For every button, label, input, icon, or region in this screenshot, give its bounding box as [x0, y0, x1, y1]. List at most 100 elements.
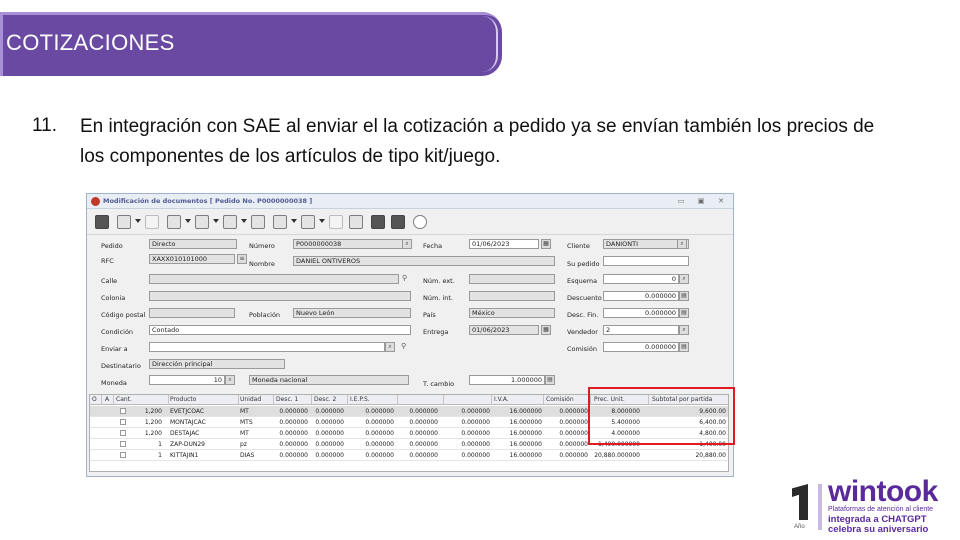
preview-icon[interactable]: [117, 215, 131, 229]
esquema-field[interactable]: 0: [603, 274, 679, 284]
table-row[interactable]: 1 KITTAJIN1 DIAS 0.000000 0.000000 0.000000 0.…: [90, 450, 728, 461]
cell-comision[interactable]: 0.000000: [546, 419, 588, 426]
cell-desc1[interactable]: 0.000000: [272, 408, 308, 415]
cell-blank2[interactable]: 0.000000: [450, 441, 490, 448]
cell-iva[interactable]: 16.000000: [502, 452, 542, 459]
help-icon[interactable]: [413, 215, 427, 229]
search-icon[interactable]: ⌕: [402, 239, 412, 249]
cell-desc1[interactable]: 0.000000: [272, 430, 308, 437]
cell-blank2[interactable]: 0.000000: [450, 452, 490, 459]
cell-desc1[interactable]: 0.000000: [272, 441, 308, 448]
cell-producto[interactable]: ZAP-DUN29: [170, 441, 205, 448]
cell-unidad[interactable]: MTS: [240, 419, 253, 426]
cell-blank2[interactable]: 0.000000: [450, 419, 490, 426]
cell-blank1[interactable]: 0.000000: [402, 419, 438, 426]
cell-producto[interactable]: KITTAJIN1: [170, 452, 198, 459]
col-producto[interactable]: Producto: [170, 396, 196, 403]
print-preview-icon[interactable]: [167, 215, 181, 229]
pedido-select[interactable]: Directo: [149, 239, 237, 249]
cell-producto[interactable]: DESTAJAC: [170, 430, 199, 437]
numext-field[interactable]: [469, 274, 555, 284]
col-iva[interactable]: I.V.A.: [494, 396, 509, 403]
rfc-field[interactable]: XAXX010101000: [149, 254, 235, 264]
cell-producto[interactable]: MONTAJCAC: [170, 419, 206, 426]
col-desc1[interactable]: Desc. 1: [276, 396, 298, 403]
tcambio-calculator-icon[interactable]: ▤: [545, 375, 555, 385]
cell-cant[interactable]: 1: [116, 452, 162, 459]
descfin-field[interactable]: 0.000000: [603, 308, 679, 318]
colonia-field[interactable]: [149, 291, 411, 301]
cell-blank1[interactable]: 0.000000: [402, 441, 438, 448]
exit-icon[interactable]: [391, 215, 405, 229]
entrega-field[interactable]: 01/06/2023: [469, 325, 539, 335]
cell-cant[interactable]: 1,200: [116, 430, 162, 437]
condicion-field[interactable]: Contado: [149, 325, 411, 335]
descuento-field[interactable]: 0.000000: [603, 291, 679, 301]
vendedor-search-icon[interactable]: ⌕: [679, 325, 689, 335]
cell-ieps[interactable]: 0.000000: [354, 452, 394, 459]
cell-ieps[interactable]: 0.000000: [354, 408, 394, 415]
cell-unidad[interactable]: pz: [240, 441, 247, 448]
cell-iva[interactable]: 16.000000: [502, 419, 542, 426]
col-a[interactable]: A: [105, 396, 109, 403]
barcode-icon[interactable]: [301, 215, 315, 229]
cell-desc2[interactable]: 0.000000: [308, 430, 344, 437]
import-icon[interactable]: [195, 215, 209, 229]
enviar-field[interactable]: [149, 342, 385, 352]
document-icon[interactable]: [145, 215, 159, 229]
cell-iva[interactable]: 16.000000: [502, 430, 542, 437]
cell-blank1[interactable]: 0.000000: [402, 408, 438, 415]
cell-ieps[interactable]: 0.000000: [354, 441, 394, 448]
copy-icon[interactable]: [223, 215, 237, 229]
calle-field[interactable]: [149, 274, 399, 284]
moneda-field[interactable]: 10: [149, 375, 225, 385]
col-desc2[interactable]: Desc. 2: [314, 396, 336, 403]
cell-comision[interactable]: 0.000000: [546, 452, 588, 459]
descfin-calculator-icon[interactable]: ▤: [679, 308, 689, 318]
cliente-search-icon[interactable]: ⌕: [677, 239, 687, 249]
enviar-location-icon[interactable]: ⚲: [401, 342, 406, 350]
cell-comision[interactable]: 0.000000: [546, 408, 588, 415]
moneda-search-icon[interactable]: ⌕: [225, 375, 235, 385]
rfc-icon[interactable]: ≡: [237, 254, 247, 264]
col-comision[interactable]: Comisión: [546, 396, 574, 403]
entrega-calendar-icon[interactable]: ▦: [541, 325, 551, 335]
comision-calculator-icon[interactable]: ▤: [679, 342, 689, 352]
save-icon[interactable]: [95, 215, 109, 229]
cell-subtotal[interactable]: 20,880.00: [650, 452, 726, 459]
calculator-icon[interactable]: ▤: [679, 291, 689, 301]
cell-cant[interactable]: 1: [116, 441, 162, 448]
print-icon[interactable]: [371, 215, 385, 229]
poblacion-field[interactable]: Nuevo León: [293, 308, 411, 318]
cell-blank1[interactable]: 0.000000: [402, 430, 438, 437]
cell-unidad[interactable]: DIAS: [240, 452, 254, 459]
cell-cant[interactable]: 1,200: [116, 419, 162, 426]
maximize-icon[interactable]: ▣: [697, 197, 705, 205]
calendar-icon[interactable]: ▦: [541, 239, 551, 249]
close-icon[interactable]: ✕: [717, 197, 725, 205]
comision-field[interactable]: 0.000000: [603, 342, 679, 352]
vendedor-field[interactable]: 2: [603, 325, 679, 335]
cell-comision[interactable]: 0.000000: [546, 430, 588, 437]
cell-unidad[interactable]: MT: [240, 430, 249, 437]
col-unidad[interactable]: Unidad: [240, 396, 261, 403]
cell-prec-unit[interactable]: 20,880.000000: [590, 452, 640, 459]
cell-blank2[interactable]: 0.000000: [450, 430, 490, 437]
destinatario-field[interactable]: Dirección principal: [149, 359, 285, 369]
cell-iva[interactable]: 16.000000: [502, 408, 542, 415]
cell-unidad[interactable]: MT: [240, 408, 249, 415]
tcambio-field[interactable]: 1.000000: [469, 375, 545, 385]
pais-field[interactable]: México: [469, 308, 555, 318]
cell-producto[interactable]: EVETJCOAC: [170, 408, 204, 415]
cell-ieps[interactable]: 0.000000: [354, 419, 394, 426]
nombre-field[interactable]: DANIEL ONTIVEROS: [293, 256, 555, 266]
location-icon[interactable]: ⚲: [402, 274, 407, 282]
cell-ieps[interactable]: 0.000000: [354, 430, 394, 437]
cell-desc2[interactable]: 0.000000: [308, 441, 344, 448]
cell-desc1[interactable]: 0.000000: [272, 452, 308, 459]
cell-blank1[interactable]: 0.000000: [402, 452, 438, 459]
numero-field[interactable]: P0000000038: [293, 239, 403, 249]
cell-iva[interactable]: 16.000000: [502, 441, 542, 448]
cell-blank2[interactable]: 0.000000: [450, 408, 490, 415]
cell-desc1[interactable]: 0.000000: [272, 419, 308, 426]
